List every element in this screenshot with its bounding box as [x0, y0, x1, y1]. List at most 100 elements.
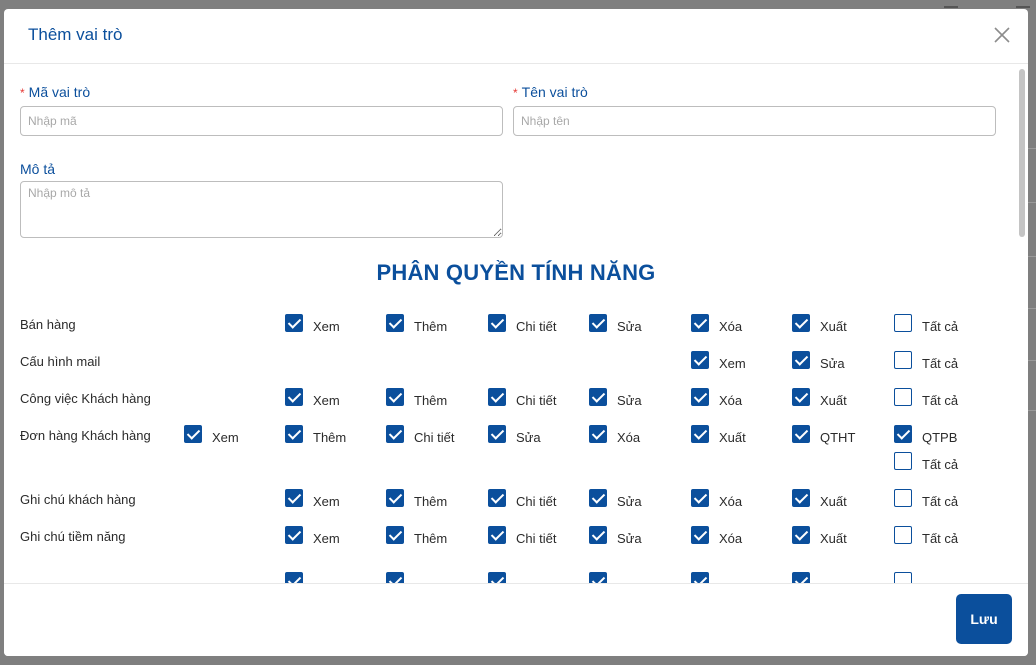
permission-checkbox[interactable]: Tất cả — [894, 351, 958, 371]
permission-label: Chi tiết — [414, 429, 455, 445]
role-name-label-text: Tên vai trò — [521, 84, 588, 100]
checkbox-unchecked-icon[interactable] — [894, 526, 912, 544]
permission-checkbox[interactable]: Xuất — [792, 314, 847, 334]
checkbox-checked-icon[interactable] — [691, 314, 709, 332]
permission-checkbox[interactable]: QTHT — [792, 425, 855, 445]
permission-checkbox[interactable]: Xóa — [691, 314, 742, 334]
checkbox-unchecked-icon[interactable] — [894, 388, 912, 406]
checkbox-checked-icon[interactable] — [792, 489, 810, 507]
checkbox-checked-icon[interactable] — [589, 314, 607, 332]
checkbox-checked-icon[interactable] — [386, 489, 404, 507]
checkbox-checked-icon[interactable] — [589, 388, 607, 406]
permission-checkbox[interactable]: Tất cả — [894, 489, 958, 509]
role-code-label: * Mã vai trò — [20, 84, 90, 100]
checkbox-checked-icon[interactable] — [792, 425, 810, 443]
checkbox-checked-icon[interactable] — [386, 314, 404, 332]
permission-label: Xem — [313, 392, 340, 408]
permission-checkbox[interactable]: Xem — [285, 526, 340, 546]
checkbox-checked-icon[interactable] — [894, 425, 912, 443]
permission-checkbox[interactable]: Xem — [184, 425, 239, 445]
checkbox-checked-icon[interactable] — [285, 388, 303, 406]
permission-checkbox[interactable]: Tất cả — [894, 526, 958, 546]
permission-checkbox[interactable]: Xem — [691, 351, 746, 371]
permission-checkbox[interactable]: Thêm — [285, 425, 346, 445]
checkbox-checked-icon[interactable] — [792, 526, 810, 544]
permission-checkbox[interactable]: Xóa — [691, 388, 742, 408]
permission-checkbox[interactable]: Xuất — [691, 425, 746, 445]
role-name-input[interactable] — [513, 106, 996, 136]
checkbox-checked-icon[interactable] — [589, 425, 607, 443]
permission-checkbox[interactable]: Thêm — [386, 526, 448, 546]
checkbox-checked-icon[interactable] — [488, 526, 506, 544]
permission-checkbox[interactable]: Xóa — [691, 489, 742, 509]
checkbox-checked-icon[interactable] — [285, 314, 303, 332]
permission-checkbox[interactable]: Chi tiết — [488, 526, 556, 546]
permission-label: Thêm — [414, 530, 448, 546]
dialog-title: Thêm vai trò — [28, 25, 123, 44]
checkbox-checked-icon[interactable] — [285, 489, 303, 507]
dialog-scrollbar[interactable] — [1019, 69, 1025, 584]
role-code-input[interactable] — [20, 106, 503, 136]
permission-checkbox[interactable]: Xuất — [792, 388, 847, 408]
description-textarea[interactable] — [20, 181, 503, 238]
checkbox-checked-icon[interactable] — [589, 526, 607, 544]
save-button[interactable]: Lưu — [956, 594, 1012, 644]
permission-checkbox[interactable]: QTPB — [894, 425, 957, 445]
checkbox-checked-icon[interactable] — [691, 351, 709, 369]
close-button[interactable] — [992, 25, 1012, 45]
checkbox-unchecked-icon[interactable] — [894, 351, 912, 369]
checkbox-checked-icon[interactable] — [488, 314, 506, 332]
permission-checkbox[interactable]: Sửa — [589, 388, 642, 408]
checkbox-checked-icon[interactable] — [691, 489, 709, 507]
permissions-section-title: PHÂN QUYỀN TÍNH NĂNG — [376, 260, 656, 285]
permission-checkbox[interactable]: Xuất — [792, 489, 847, 509]
checkbox-checked-icon[interactable] — [184, 425, 202, 443]
checkbox-checked-icon[interactable] — [792, 314, 810, 332]
checkbox-checked-icon[interactable] — [792, 351, 810, 369]
permission-checkbox[interactable]: Sửa — [488, 425, 541, 445]
permission-checkbox[interactable]: Thêm — [386, 489, 447, 509]
permission-checkbox[interactable]: Tất cả — [894, 388, 958, 408]
checkbox-checked-icon[interactable] — [488, 388, 506, 406]
permission-row-label: Bán hàng — [20, 317, 76, 332]
background-icon — [944, 0, 958, 8]
checkbox-checked-icon[interactable] — [488, 489, 506, 507]
permission-checkbox[interactable]: Xem — [285, 489, 340, 509]
permission-label: Xem — [212, 429, 239, 445]
checkbox-checked-icon[interactable] — [691, 425, 709, 443]
permission-checkbox[interactable]: Sửa — [589, 314, 642, 334]
permission-row-label: Công việc Khách hàng — [20, 391, 151, 406]
required-mark: * — [20, 86, 25, 100]
scroll-thumb[interactable] — [1019, 69, 1025, 237]
permission-checkbox[interactable]: Thêm — [386, 314, 447, 334]
checkbox-checked-icon[interactable] — [386, 388, 404, 406]
permission-checkbox[interactable]: Xem — [285, 314, 340, 334]
checkbox-checked-icon[interactable] — [691, 526, 709, 544]
checkbox-unchecked-icon[interactable] — [894, 452, 912, 470]
checkbox-unchecked-icon[interactable] — [894, 489, 912, 507]
checkbox-checked-icon[interactable] — [285, 526, 303, 544]
permission-checkbox[interactable]: Xóa — [691, 526, 742, 546]
permission-checkbox[interactable]: Tất cả — [894, 314, 958, 334]
permission-checkbox[interactable]: Chi tiết — [488, 314, 556, 334]
checkbox-checked-icon[interactable] — [386, 425, 404, 443]
checkbox-checked-icon[interactable] — [285, 425, 303, 443]
checkbox-checked-icon[interactable] — [488, 425, 506, 443]
permission-checkbox[interactable]: Xóa — [589, 425, 640, 445]
permission-checkbox[interactable]: Sửa — [589, 526, 642, 546]
checkbox-checked-icon[interactable] — [691, 388, 709, 406]
permission-checkbox[interactable]: Tất cả — [894, 452, 958, 472]
permission-checkbox[interactable]: Chi tiết — [386, 425, 455, 445]
permission-checkbox[interactable]: Xem — [285, 388, 340, 408]
permission-label: Sửa — [617, 392, 642, 408]
checkbox-checked-icon[interactable] — [792, 388, 810, 406]
permission-checkbox[interactable]: Thêm — [386, 388, 447, 408]
permission-checkbox[interactable]: Xuất — [792, 526, 847, 546]
permission-checkbox[interactable]: Chi tiết — [488, 388, 556, 408]
permission-checkbox[interactable]: Sửa — [792, 351, 845, 371]
checkbox-unchecked-icon[interactable] — [894, 314, 912, 332]
permission-checkbox[interactable]: Sửa — [589, 489, 642, 509]
checkbox-checked-icon[interactable] — [589, 489, 607, 507]
permission-checkbox[interactable]: Chi tiết — [488, 489, 556, 509]
checkbox-checked-icon[interactable] — [386, 526, 404, 544]
